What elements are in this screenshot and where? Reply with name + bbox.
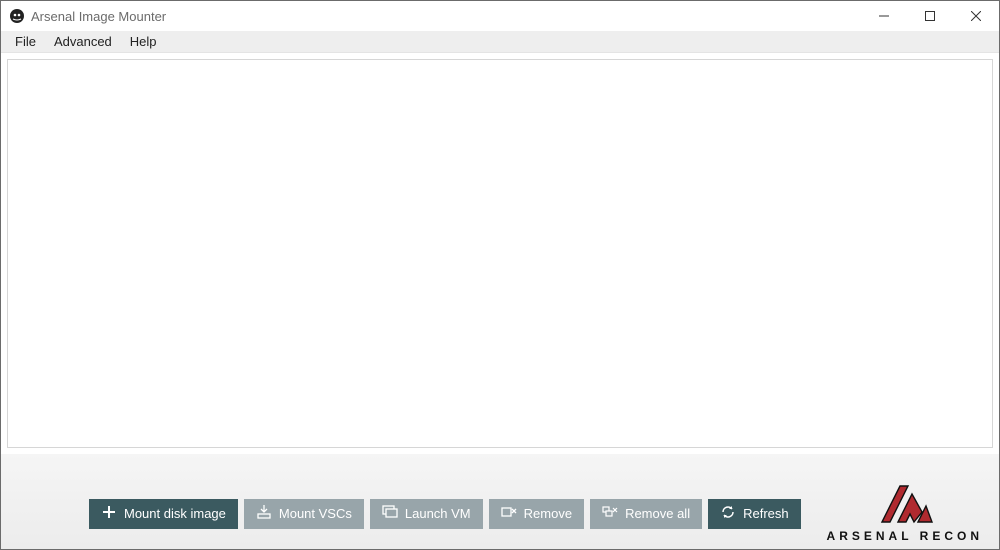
download-disk-icon — [256, 504, 272, 523]
titlebar: Arsenal Image Mounter — [1, 1, 999, 31]
remove-all-button[interactable]: Remove all — [590, 499, 702, 529]
button-label: Refresh — [743, 506, 789, 521]
remove-icon — [501, 504, 517, 523]
window-title: Arsenal Image Mounter — [31, 9, 166, 24]
window-controls — [861, 1, 999, 31]
refresh-icon — [720, 504, 736, 523]
app-window: Arsenal Image Mounter File Advanced Help — [0, 0, 1000, 550]
remove-all-icon — [602, 504, 618, 523]
button-label: Remove all — [625, 506, 690, 521]
menu-advanced[interactable]: Advanced — [46, 32, 120, 51]
app-icon — [9, 8, 25, 24]
titlebar-left: Arsenal Image Mounter — [1, 8, 166, 24]
menubar: File Advanced Help — [1, 31, 999, 53]
remove-button[interactable]: Remove — [489, 499, 584, 529]
mount-vscs-button[interactable]: Mount VSCs — [244, 499, 364, 529]
plus-icon — [101, 504, 117, 523]
mount-disk-image-button[interactable]: Mount disk image — [89, 499, 238, 529]
menu-file[interactable]: File — [7, 32, 44, 51]
button-label: Launch VM — [405, 506, 471, 521]
arsenal-logo-icon — [874, 482, 936, 527]
minimize-button[interactable] — [861, 1, 907, 31]
bottom-panel: Mount disk image Mount VSCs Launch VM Re… — [1, 454, 999, 549]
button-label: Mount disk image — [124, 506, 226, 521]
toolbar: Mount disk image Mount VSCs Launch VM Re… — [89, 499, 801, 529]
close-button[interactable] — [953, 1, 999, 31]
monitor-icon — [382, 504, 398, 523]
image-list-panel — [7, 59, 993, 448]
maximize-button[interactable] — [907, 1, 953, 31]
button-label: Mount VSCs — [279, 506, 352, 521]
brand-name: ARSENAL RECON — [827, 529, 983, 543]
button-label: Remove — [524, 506, 572, 521]
brand-logo: ARSENAL RECON — [827, 482, 983, 543]
launch-vm-button[interactable]: Launch VM — [370, 499, 483, 529]
menu-help[interactable]: Help — [122, 32, 165, 51]
refresh-button[interactable]: Refresh — [708, 499, 801, 529]
